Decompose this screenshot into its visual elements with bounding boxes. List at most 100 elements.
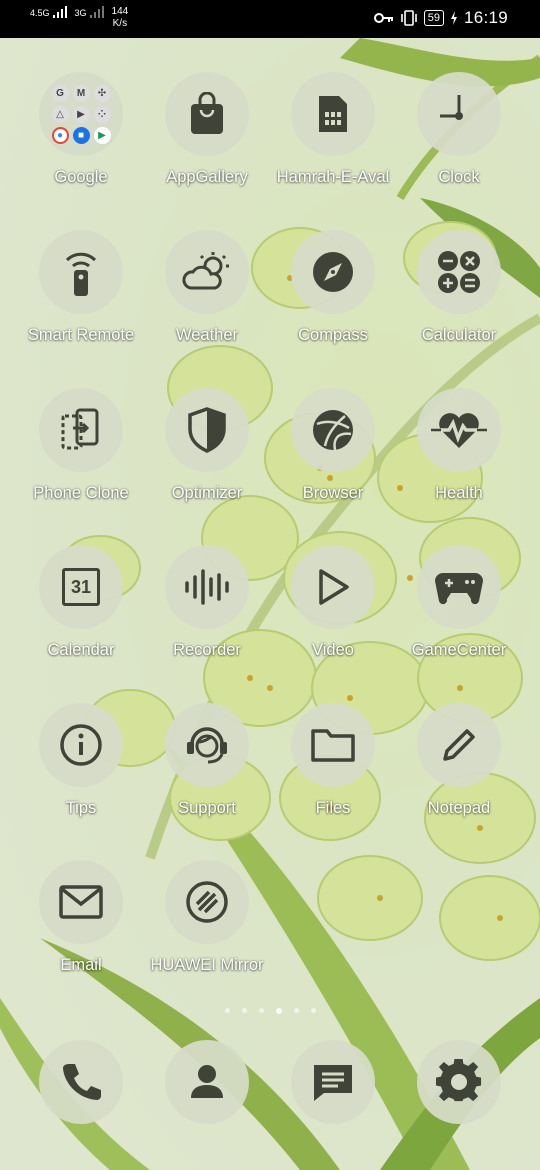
battery-level: 59 xyxy=(423,10,444,26)
app-optimizer[interactable]: Optimizer xyxy=(142,388,272,503)
app-label: Phone Clone xyxy=(33,484,129,502)
app-label: AppGallery xyxy=(166,168,248,186)
page-dot[interactable] xyxy=(224,1008,230,1013)
app-label: Files xyxy=(315,799,351,817)
app-support[interactable]: Support xyxy=(142,703,272,818)
app-label: Optimizer xyxy=(171,484,243,502)
pencil-icon xyxy=(417,703,501,787)
shield-icon xyxy=(165,388,249,472)
app-browser[interactable]: Browser xyxy=(268,388,398,503)
app-label: Health xyxy=(435,484,483,502)
waveform-icon xyxy=(165,545,249,629)
dock-phone[interactable] xyxy=(16,1040,146,1124)
app-label: Video xyxy=(312,641,354,659)
calendar-day: 31 xyxy=(62,568,100,606)
app-health[interactable]: Health xyxy=(394,388,524,503)
signal-icon xyxy=(89,6,104,18)
app-label: Recorder xyxy=(173,641,241,659)
network-speed: 144 K/s xyxy=(112,6,129,30)
app-tips[interactable]: Tips xyxy=(16,703,146,818)
dock-settings[interactable] xyxy=(394,1040,524,1124)
app-label: Browser xyxy=(302,484,364,502)
app-appgallery[interactable]: AppGallery xyxy=(142,72,272,187)
drive-icon: △ xyxy=(51,105,69,123)
calendar-icon: 31 xyxy=(39,545,123,629)
app-label: Calendar xyxy=(47,641,115,659)
app-weather[interactable]: Weather xyxy=(142,230,272,345)
phone-clone-icon xyxy=(39,388,123,472)
page-dot[interactable] xyxy=(241,1008,247,1013)
app-recorder[interactable]: Recorder xyxy=(142,545,272,660)
heart-pulse-icon xyxy=(417,388,501,472)
app-compass[interactable]: Compass xyxy=(268,230,398,345)
app-notepad[interactable]: Notepad xyxy=(394,703,524,818)
lens-icon: ● xyxy=(51,126,69,144)
compass-icon xyxy=(291,230,375,314)
clock-icon xyxy=(417,72,501,156)
google-g-icon: G xyxy=(51,84,69,102)
mirror-icon xyxy=(165,860,249,944)
app-label: Weather xyxy=(175,326,239,344)
youtube-icon: ▶ xyxy=(72,105,90,123)
browser-icon xyxy=(291,388,375,472)
info-icon xyxy=(39,703,123,787)
mail-icon xyxy=(39,860,123,944)
page-dot[interactable] xyxy=(258,1008,264,1013)
app-calendar[interactable]: 31 Calendar xyxy=(16,545,146,660)
app-files[interactable]: Files xyxy=(268,703,398,818)
app-label: Compass xyxy=(298,326,368,344)
charging-icon xyxy=(450,11,457,25)
support-agent-icon xyxy=(165,703,249,787)
dock-contacts[interactable] xyxy=(142,1040,272,1124)
meet-icon: ■ xyxy=(72,126,90,144)
app-label: Email xyxy=(60,956,102,974)
page-dot[interactable] xyxy=(310,1008,316,1013)
network-indicator-2: 3G xyxy=(75,6,104,18)
page-dot-active[interactable] xyxy=(275,1007,282,1014)
app-label: Clock xyxy=(438,168,480,186)
gmail-icon: M xyxy=(72,84,90,102)
app-label: GameCenter xyxy=(411,641,507,659)
app-calculator[interactable]: Calculator xyxy=(394,230,524,345)
dock-messages[interactable] xyxy=(268,1040,398,1124)
pinwheel-icon: ✣ xyxy=(93,84,111,102)
app-gamecenter[interactable]: GameCenter xyxy=(394,545,524,660)
person-icon xyxy=(165,1040,249,1124)
speed-unit: K/s xyxy=(112,18,128,29)
play-icon xyxy=(291,545,375,629)
app-google-folder[interactable]: G M ✣ △ ▶ ⁘ ● ■ ▶ Google xyxy=(16,72,146,187)
app-label: Calculator xyxy=(421,326,497,344)
network-type-label: 4.5G xyxy=(30,8,50,18)
phone-icon xyxy=(39,1040,123,1124)
app-email[interactable]: Email xyxy=(16,860,146,975)
app-label: Support xyxy=(178,799,236,817)
app-label: Notepad xyxy=(427,799,491,817)
message-icon xyxy=(291,1040,375,1124)
calculator-icon xyxy=(417,230,501,314)
app-label: Smart Remote xyxy=(27,326,135,344)
network-indicator-1: 4.5G xyxy=(30,6,67,18)
clock-time: 16:19 xyxy=(463,8,508,27)
app-phone-clone[interactable]: Phone Clone xyxy=(16,388,146,503)
appgallery-icon xyxy=(165,72,249,156)
status-bar: 4.5G 3G 144 K/s 59 16:19 xyxy=(0,0,540,38)
app-clock[interactable]: Clock xyxy=(394,72,524,187)
app-huawei-mirror[interactable]: HUAWEI Mirror xyxy=(142,860,272,975)
app-video[interactable]: Video xyxy=(268,545,398,660)
app-label: Google xyxy=(54,168,108,186)
remote-icon xyxy=(39,230,123,314)
google-folder-icon: G M ✣ △ ▶ ⁘ ● ■ ▶ xyxy=(39,72,123,156)
gear-icon xyxy=(417,1040,501,1124)
apps-grid-icon: ⁘ xyxy=(93,105,111,123)
app-label: Tips xyxy=(65,799,97,817)
gamepad-icon xyxy=(417,545,501,629)
app-label: Hamrah-E-Aval xyxy=(276,168,390,186)
sim-card-icon xyxy=(291,72,375,156)
app-hamrah-e-aval[interactable]: Hamrah-E-Aval xyxy=(268,72,398,187)
key-icon xyxy=(373,13,393,23)
speed-value: 144 xyxy=(111,6,129,17)
vibrate-icon xyxy=(400,10,417,26)
app-smart-remote[interactable]: Smart Remote xyxy=(16,230,146,345)
page-dot[interactable] xyxy=(293,1008,299,1013)
play-store-icon: ▶ xyxy=(93,126,111,144)
